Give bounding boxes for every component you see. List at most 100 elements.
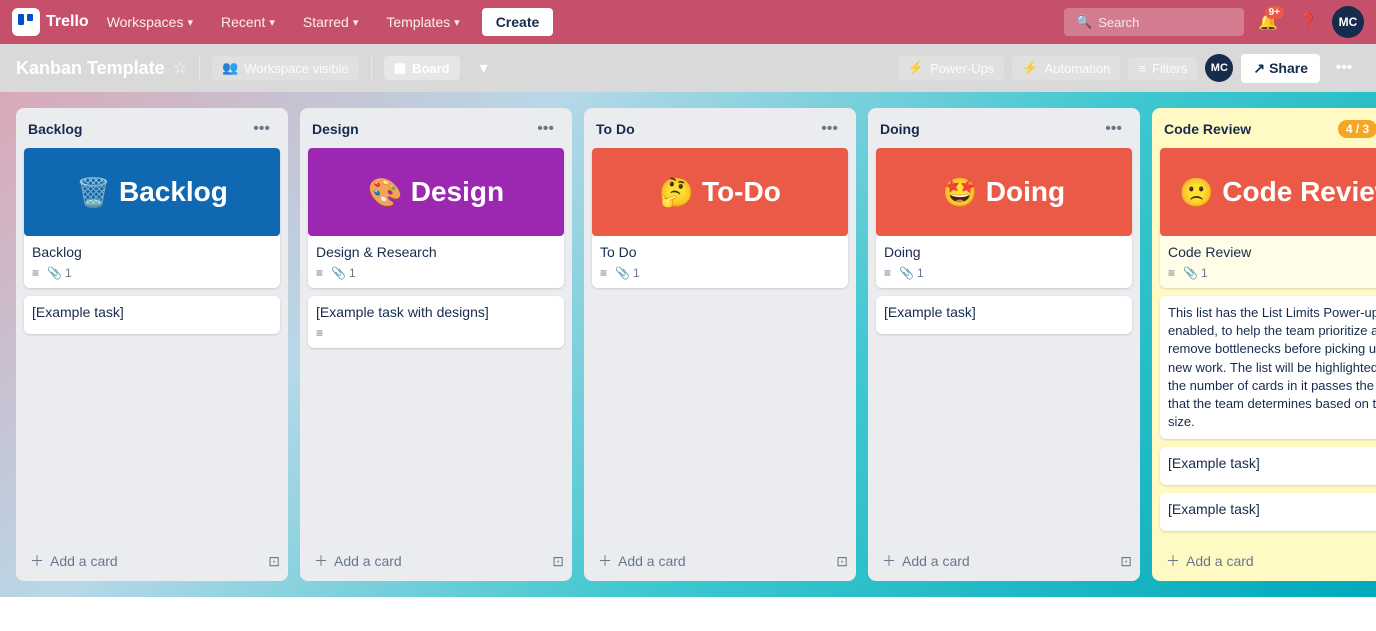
board-member-avatar[interactable]: MC [1205, 54, 1233, 82]
workspace-icon: 👥 [222, 60, 238, 76]
card-cover-design: 🎨 Design [308, 148, 564, 236]
help-button[interactable]: ❓ [1292, 6, 1324, 38]
add-card-button-doing[interactable]: ＋ Add a card [876, 547, 1120, 575]
card-code-review-task2[interactable]: [Example task] [1160, 493, 1376, 531]
list-header-design: Design ••• [300, 108, 572, 148]
list-design: Design ••• 🎨 Design Design & Research ≡ [300, 108, 572, 581]
power-ups-button[interactable]: ⚡ Power-Ups [898, 56, 1004, 80]
create-button[interactable]: Create [482, 8, 554, 36]
automation-icon: ⚡ [1022, 60, 1038, 76]
card-backlog-task[interactable]: [Example task] [24, 296, 280, 334]
lines-icon: ≡ [316, 266, 323, 280]
plus-icon: ＋ [882, 551, 896, 571]
board-icon: ▦ [394, 60, 406, 76]
add-card-button-backlog[interactable]: ＋ Add a card [24, 547, 268, 575]
list-menu-button-backlog[interactable]: ••• [247, 118, 276, 140]
workspaces-menu[interactable]: Workspaces ▾ [97, 8, 203, 36]
list-header-doing: Doing ••• [868, 108, 1140, 148]
share-button[interactable]: ↗ Share [1241, 54, 1320, 83]
add-card-button-code-review[interactable]: ＋ Add a card [1160, 547, 1376, 575]
card-cover-image-code-review: 🙁 Code Review [1160, 148, 1376, 236]
card-doing-task[interactable]: [Example task] [876, 296, 1132, 334]
card-title-doing: Doing [884, 244, 1124, 260]
card-backlog-cover[interactable]: 🗑️ Backlog Backlog ≡ 📎 1 [24, 148, 280, 288]
card-code-review-cover[interactable]: 🙁 Code Review Code Review ≡ 📎 1 [1160, 148, 1376, 288]
avatar[interactable]: MC [1332, 6, 1364, 38]
compose-icon-backlog[interactable]: ⊡ [268, 553, 280, 570]
filters-button[interactable]: ≡ Filters [1128, 57, 1197, 80]
card-title-code-review-task1: [Example task] [1168, 455, 1376, 471]
limit-badge: 4 / 3 [1338, 120, 1376, 138]
workspace-visibility-button[interactable]: 👥 Workspace visible [212, 56, 359, 80]
lines-icon: ≡ [1168, 266, 1175, 280]
list-body-doing: 🤩 Doing Doing ≡ 📎 1 [Example task] [868, 148, 1140, 539]
list-todo: To Do ••• 🤔 To-Do To Do ≡ [584, 108, 856, 581]
board-view-button[interactable]: ▦ Board [384, 56, 460, 80]
automation-button[interactable]: ⚡ Automation [1012, 56, 1120, 80]
card-todo-cover[interactable]: 🤔 To-Do To Do ≡ 📎 1 [592, 148, 848, 288]
plus-icon: ＋ [30, 551, 44, 571]
search-box[interactable]: 🔍 [1064, 8, 1244, 36]
list-menu-button-doing[interactable]: ••• [1099, 118, 1128, 140]
search-input[interactable] [1098, 15, 1218, 30]
notifications-button[interactable]: 🔔 9+ [1252, 6, 1284, 38]
code-review-description: This list has the List Limits Power-up e… [1160, 296, 1376, 439]
list-code-review: Code Review 4 / 3 ••• 🙁 Code Review Code… [1152, 108, 1376, 581]
list-header-backlog: Backlog ••• [16, 108, 288, 148]
compose-icon-design[interactable]: ⊡ [552, 553, 564, 570]
recent-menu[interactable]: Recent ▾ [211, 8, 285, 36]
card-cover-emoji: 🤔 [659, 176, 694, 209]
attachment-badge: 📎 1 [899, 266, 924, 280]
trello-logo[interactable] [12, 8, 40, 36]
add-card-button-design[interactable]: ＋ Add a card [308, 547, 552, 575]
list-title-todo: To Do [596, 121, 635, 137]
card-cover-todo: 🤔 To-Do [592, 148, 848, 236]
attachment-icon: 📎 [47, 266, 62, 280]
attachment-badge: 📎 1 [1183, 266, 1208, 280]
card-badges-doing: ≡ 📎 1 [884, 266, 1124, 280]
starred-menu[interactable]: Starred ▾ [293, 8, 368, 36]
chevron-down-icon: ▾ [269, 16, 275, 29]
attachment-icon: 📎 [615, 266, 630, 280]
lines-icon: ≡ [316, 326, 323, 340]
chevron-down-icon: ▾ [353, 16, 359, 29]
attachment-badge: 📎 1 [331, 266, 356, 280]
list-menu-button-design[interactable]: ••• [531, 118, 560, 140]
board-header: Kanban Template ☆ 👥 Workspace visible ▦ … [0, 44, 1376, 92]
card-cover-emoji: 🙁 [1179, 176, 1214, 209]
card-cover-image-design: 🎨 Design [308, 148, 564, 236]
list-title-backlog: Backlog [28, 121, 82, 137]
search-icon: 🔍 [1076, 14, 1092, 30]
lines-icon: ≡ [600, 266, 607, 280]
card-design-cover[interactable]: 🎨 Design Design & Research ≡ 📎 1 [308, 148, 564, 288]
list-body-backlog: 🗑️ Backlog Backlog ≡ 📎 1 [Example [16, 148, 288, 539]
list-title-doing: Doing [880, 121, 920, 137]
list-backlog: Backlog ••• 🗑️ Backlog Backlog ≡ [16, 108, 288, 581]
card-title-code-review: Code Review [1168, 244, 1376, 260]
lines-icon: ≡ [884, 266, 891, 280]
star-button[interactable]: ☆ [173, 58, 187, 78]
chevron-down-icon: ▾ [454, 16, 460, 29]
attachment-icon: 📎 [1183, 266, 1198, 280]
board-background: Backlog ••• 🗑️ Backlog Backlog ≡ [0, 92, 1376, 597]
board-menu-button[interactable]: ••• [1328, 52, 1360, 84]
list-menu-button-todo[interactable]: ••• [815, 118, 844, 140]
card-cover-backlog: 🗑️ Backlog [24, 148, 280, 236]
card-badges-design-task: ≡ [316, 326, 556, 340]
add-card-button-todo[interactable]: ＋ Add a card [592, 547, 836, 575]
templates-menu[interactable]: Templates ▾ [376, 8, 469, 36]
card-cover-image-doing: 🤩 Doing [876, 148, 1132, 236]
view-more-button[interactable]: ▾ [468, 52, 500, 84]
list-title-design: Design [312, 121, 359, 137]
filter-icon: ≡ [1138, 61, 1146, 76]
board-title[interactable]: Kanban Template [16, 58, 165, 79]
compose-icon-doing[interactable]: ⊡ [1120, 553, 1132, 570]
card-design-task[interactable]: [Example task with designs] ≡ [308, 296, 564, 348]
compose-icon-todo[interactable]: ⊡ [836, 553, 848, 570]
notification-badge: 9+ [1265, 6, 1284, 19]
attachment-icon: 📎 [331, 266, 346, 280]
card-doing-cover[interactable]: 🤩 Doing Doing ≡ 📎 1 [876, 148, 1132, 288]
card-code-review-task1[interactable]: [Example task] [1160, 447, 1376, 485]
board-canvas: Backlog ••• 🗑️ Backlog Backlog ≡ [0, 92, 1376, 597]
attachment-badge: 📎 1 [615, 266, 640, 280]
